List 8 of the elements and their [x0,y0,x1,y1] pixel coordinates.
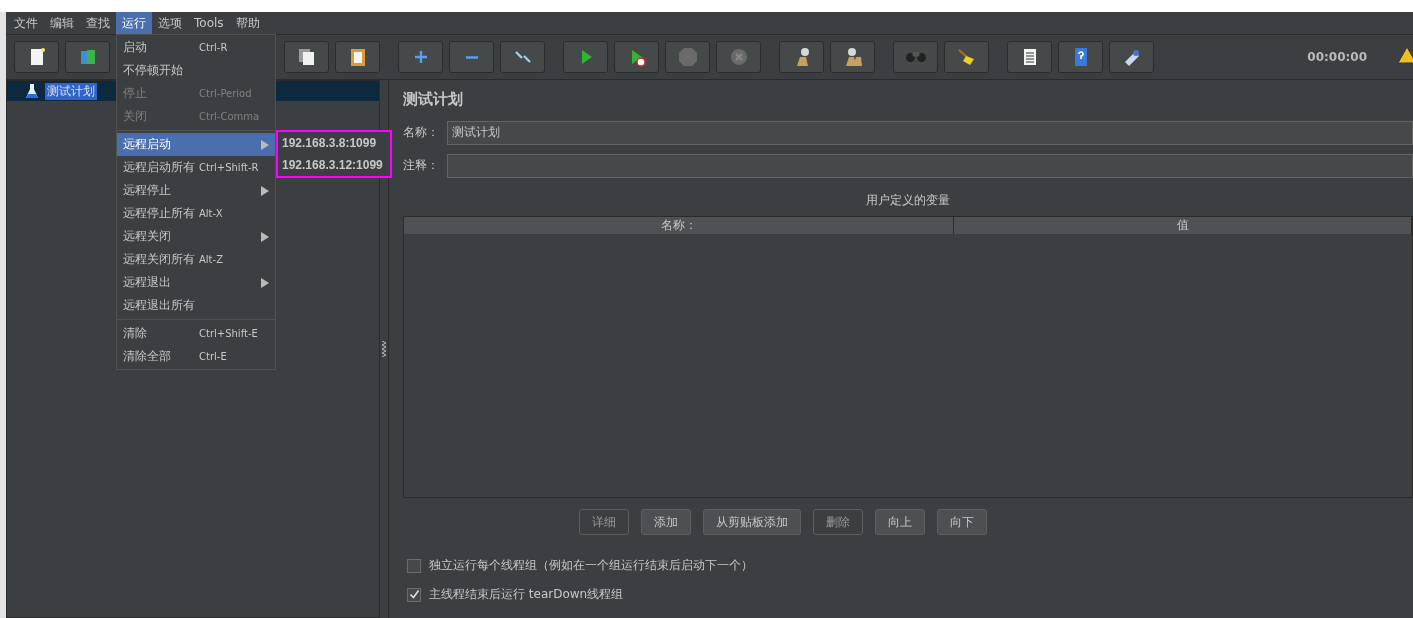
checkbox-label: 独立运行每个线程组（例如在一个组运行结束后启动下一个） [429,557,753,574]
tree-label: 测试计划 [45,82,97,100]
section-title: 用户定义的变量 [865,192,951,209]
checkbox-label: 主线程结束后运行 tearDown线程组 [429,586,624,603]
field-label: 注释： [403,157,440,174]
panel-title: 测试计划 [403,90,464,110]
field-label: 名称： [403,124,440,141]
elapsed-time: 00:00:00 [1307,50,1367,64]
